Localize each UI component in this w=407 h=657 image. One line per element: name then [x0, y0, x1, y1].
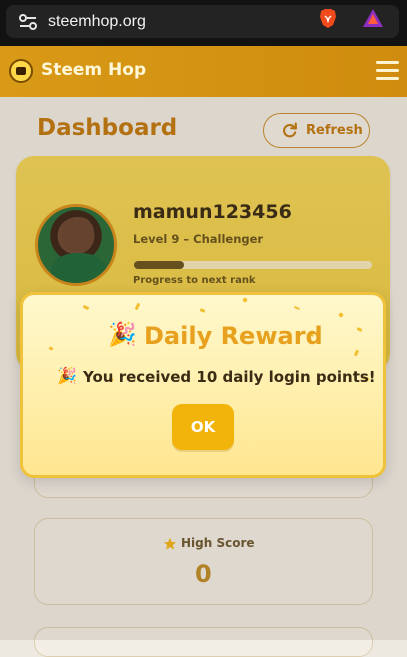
- rewards-triangle-icon[interactable]: [362, 7, 384, 29]
- url-text[interactable]: steemhop.org: [48, 13, 146, 31]
- hamburger-menu-icon[interactable]: [376, 61, 399, 80]
- app-logo[interactable]: [9, 59, 33, 83]
- brave-lion-icon[interactable]: [317, 7, 339, 29]
- app-header: Steem Hop: [0, 46, 407, 97]
- ok-button[interactable]: OK: [172, 404, 234, 450]
- site-settings-icon[interactable]: [19, 14, 37, 30]
- browser-toolbar: steemhop.org: [0, 0, 407, 46]
- address-bar[interactable]: steemhop.org: [6, 5, 399, 38]
- modal-message: You received 10 daily login points!: [83, 368, 376, 386]
- party-popper-icon: 🎉: [108, 322, 137, 348]
- modal-title: Daily Reward: [144, 322, 323, 350]
- party-popper-icon: 🎉: [57, 366, 77, 385]
- app-title[interactable]: Steem Hop: [41, 60, 146, 80]
